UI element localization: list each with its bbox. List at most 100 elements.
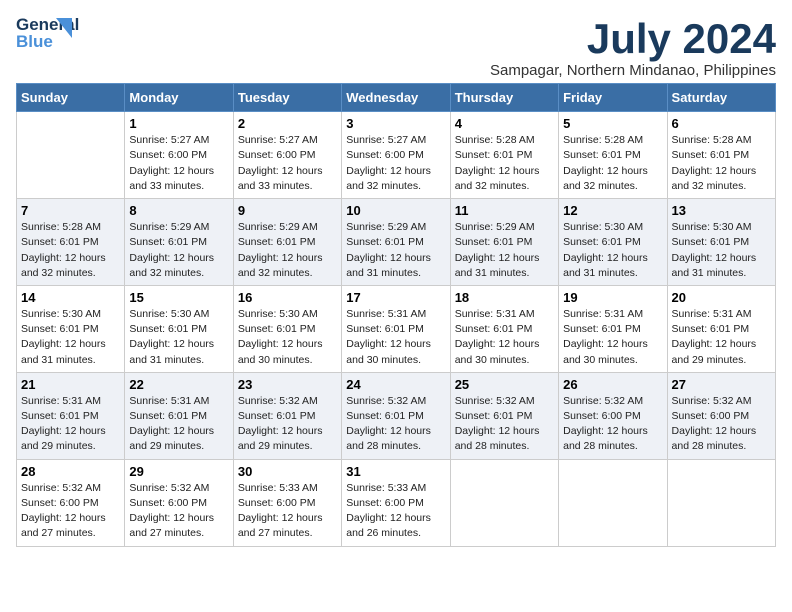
calendar-day-header: Sunday: [17, 84, 125, 112]
day-info: Sunrise: 5:32 AMSunset: 6:01 PMDaylight:…: [238, 395, 323, 453]
day-number: 24: [346, 377, 445, 392]
day-info: Sunrise: 5:29 AMSunset: 6:01 PMDaylight:…: [346, 221, 431, 279]
calendar-cell: 29 Sunrise: 5:32 AMSunset: 6:00 PMDaylig…: [125, 459, 233, 546]
day-number: 9: [238, 203, 337, 218]
calendar-day-header: Wednesday: [342, 84, 450, 112]
day-number: 14: [21, 290, 120, 305]
day-number: 8: [129, 203, 228, 218]
calendar-cell: [450, 459, 558, 546]
calendar-cell: 27 Sunrise: 5:32 AMSunset: 6:00 PMDaylig…: [667, 372, 775, 459]
day-info: Sunrise: 5:31 AMSunset: 6:01 PMDaylight:…: [672, 308, 757, 366]
calendar-cell: 16 Sunrise: 5:30 AMSunset: 6:01 PMDaylig…: [233, 285, 341, 372]
calendar-cell: 9 Sunrise: 5:29 AMSunset: 6:01 PMDayligh…: [233, 199, 341, 286]
day-number: 26: [563, 377, 662, 392]
day-info: Sunrise: 5:28 AMSunset: 6:01 PMDaylight:…: [455, 134, 540, 192]
calendar-cell: 11 Sunrise: 5:29 AMSunset: 6:01 PMDaylig…: [450, 199, 558, 286]
day-info: Sunrise: 5:29 AMSunset: 6:01 PMDaylight:…: [455, 221, 540, 279]
day-number: 1: [129, 116, 228, 131]
day-info: Sunrise: 5:32 AMSunset: 6:00 PMDaylight:…: [563, 395, 648, 453]
calendar-day-header: Friday: [559, 84, 667, 112]
day-info: Sunrise: 5:30 AMSunset: 6:01 PMDaylight:…: [563, 221, 648, 279]
day-info: Sunrise: 5:29 AMSunset: 6:01 PMDaylight:…: [129, 221, 214, 279]
day-info: Sunrise: 5:33 AMSunset: 6:00 PMDaylight:…: [238, 482, 323, 540]
calendar-cell: 20 Sunrise: 5:31 AMSunset: 6:01 PMDaylig…: [667, 285, 775, 372]
calendar-week-row: 21 Sunrise: 5:31 AMSunset: 6:01 PMDaylig…: [17, 372, 776, 459]
day-number: 10: [346, 203, 445, 218]
calendar-cell: 17 Sunrise: 5:31 AMSunset: 6:01 PMDaylig…: [342, 285, 450, 372]
calendar-table: SundayMondayTuesdayWednesdayThursdayFrid…: [16, 83, 776, 546]
day-number: 23: [238, 377, 337, 392]
day-info: Sunrise: 5:28 AMSunset: 6:01 PMDaylight:…: [21, 221, 106, 279]
day-number: 21: [21, 377, 120, 392]
day-info: Sunrise: 5:27 AMSunset: 6:00 PMDaylight:…: [238, 134, 323, 192]
calendar-cell: 7 Sunrise: 5:28 AMSunset: 6:01 PMDayligh…: [17, 199, 125, 286]
calendar-cell: 1 Sunrise: 5:27 AMSunset: 6:00 PMDayligh…: [125, 112, 233, 199]
day-info: Sunrise: 5:30 AMSunset: 6:01 PMDaylight:…: [21, 308, 106, 366]
title-area: July 2024 Sampagar, Northern Mindanao, P…: [490, 16, 776, 79]
day-number: 11: [455, 203, 554, 218]
calendar-cell: 2 Sunrise: 5:27 AMSunset: 6:00 PMDayligh…: [233, 112, 341, 199]
day-number: 13: [672, 203, 771, 218]
calendar-week-row: 1 Sunrise: 5:27 AMSunset: 6:00 PMDayligh…: [17, 112, 776, 199]
calendar-day-header: Saturday: [667, 84, 775, 112]
day-number: 25: [455, 377, 554, 392]
day-number: 28: [21, 464, 120, 479]
calendar-cell: 14 Sunrise: 5:30 AMSunset: 6:01 PMDaylig…: [17, 285, 125, 372]
calendar-cell: 13 Sunrise: 5:30 AMSunset: 6:01 PMDaylig…: [667, 199, 775, 286]
calendar-cell: 4 Sunrise: 5:28 AMSunset: 6:01 PMDayligh…: [450, 112, 558, 199]
calendar-day-header: Monday: [125, 84, 233, 112]
calendar-cell: 6 Sunrise: 5:28 AMSunset: 6:01 PMDayligh…: [667, 112, 775, 199]
day-number: 6: [672, 116, 771, 131]
day-info: Sunrise: 5:32 AMSunset: 6:01 PMDaylight:…: [455, 395, 540, 453]
calendar-week-row: 28 Sunrise: 5:32 AMSunset: 6:00 PMDaylig…: [17, 459, 776, 546]
calendar-cell: 26 Sunrise: 5:32 AMSunset: 6:00 PMDaylig…: [559, 372, 667, 459]
day-info: Sunrise: 5:31 AMSunset: 6:01 PMDaylight:…: [346, 308, 431, 366]
calendar-cell: 19 Sunrise: 5:31 AMSunset: 6:01 PMDaylig…: [559, 285, 667, 372]
day-number: 16: [238, 290, 337, 305]
calendar-cell: 23 Sunrise: 5:32 AMSunset: 6:01 PMDaylig…: [233, 372, 341, 459]
day-info: Sunrise: 5:30 AMSunset: 6:01 PMDaylight:…: [129, 308, 214, 366]
day-number: 20: [672, 290, 771, 305]
calendar-cell: 3 Sunrise: 5:27 AMSunset: 6:00 PMDayligh…: [342, 112, 450, 199]
calendar-header-row: SundayMondayTuesdayWednesdayThursdayFrid…: [17, 84, 776, 112]
day-info: Sunrise: 5:31 AMSunset: 6:01 PMDaylight:…: [455, 308, 540, 366]
calendar-cell: 8 Sunrise: 5:29 AMSunset: 6:01 PMDayligh…: [125, 199, 233, 286]
calendar-cell: 12 Sunrise: 5:30 AMSunset: 6:01 PMDaylig…: [559, 199, 667, 286]
calendar-cell: [667, 459, 775, 546]
day-number: 17: [346, 290, 445, 305]
day-info: Sunrise: 5:31 AMSunset: 6:01 PMDaylight:…: [129, 395, 214, 453]
calendar-day-header: Thursday: [450, 84, 558, 112]
calendar-cell: 15 Sunrise: 5:30 AMSunset: 6:01 PMDaylig…: [125, 285, 233, 372]
calendar-cell: 5 Sunrise: 5:28 AMSunset: 6:01 PMDayligh…: [559, 112, 667, 199]
main-title: July 2024: [490, 16, 776, 62]
calendar-cell: [559, 459, 667, 546]
day-info: Sunrise: 5:32 AMSunset: 6:00 PMDaylight:…: [672, 395, 757, 453]
day-info: Sunrise: 5:32 AMSunset: 6:00 PMDaylight:…: [21, 482, 106, 540]
day-info: Sunrise: 5:27 AMSunset: 6:00 PMDaylight:…: [346, 134, 431, 192]
day-info: Sunrise: 5:31 AMSunset: 6:01 PMDaylight:…: [21, 395, 106, 453]
logo: General Blue: [16, 16, 68, 58]
calendar-cell: 18 Sunrise: 5:31 AMSunset: 6:01 PMDaylig…: [450, 285, 558, 372]
day-info: Sunrise: 5:33 AMSunset: 6:00 PMDaylight:…: [346, 482, 431, 540]
day-info: Sunrise: 5:29 AMSunset: 6:01 PMDaylight:…: [238, 221, 323, 279]
day-info: Sunrise: 5:30 AMSunset: 6:01 PMDaylight:…: [672, 221, 757, 279]
day-info: Sunrise: 5:27 AMSunset: 6:00 PMDaylight:…: [129, 134, 214, 192]
day-number: 29: [129, 464, 228, 479]
day-number: 19: [563, 290, 662, 305]
calendar-week-row: 7 Sunrise: 5:28 AMSunset: 6:01 PMDayligh…: [17, 199, 776, 286]
day-number: 5: [563, 116, 662, 131]
calendar-cell: 21 Sunrise: 5:31 AMSunset: 6:01 PMDaylig…: [17, 372, 125, 459]
calendar-cell: 25 Sunrise: 5:32 AMSunset: 6:01 PMDaylig…: [450, 372, 558, 459]
day-info: Sunrise: 5:28 AMSunset: 6:01 PMDaylight:…: [563, 134, 648, 192]
calendar-cell: 30 Sunrise: 5:33 AMSunset: 6:00 PMDaylig…: [233, 459, 341, 546]
day-info: Sunrise: 5:32 AMSunset: 6:01 PMDaylight:…: [346, 395, 431, 453]
day-number: 12: [563, 203, 662, 218]
calendar-cell: [17, 112, 125, 199]
calendar-cell: 22 Sunrise: 5:31 AMSunset: 6:01 PMDaylig…: [125, 372, 233, 459]
day-number: 27: [672, 377, 771, 392]
day-info: Sunrise: 5:28 AMSunset: 6:01 PMDaylight:…: [672, 134, 757, 192]
day-number: 7: [21, 203, 120, 218]
day-info: Sunrise: 5:31 AMSunset: 6:01 PMDaylight:…: [563, 308, 648, 366]
day-info: Sunrise: 5:32 AMSunset: 6:00 PMDaylight:…: [129, 482, 214, 540]
day-number: 31: [346, 464, 445, 479]
